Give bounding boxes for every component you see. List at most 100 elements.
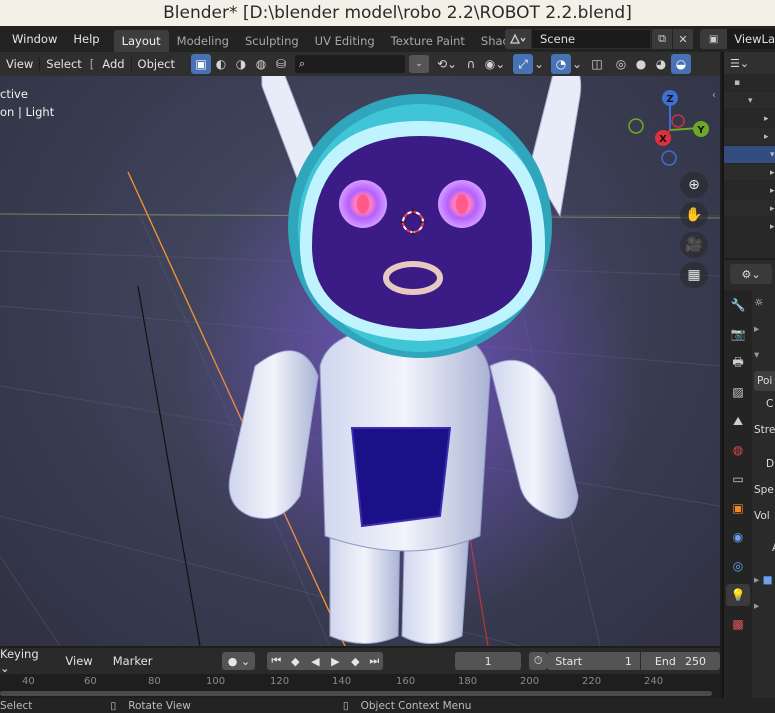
- tab-layout[interactable]: Layout: [113, 30, 169, 52]
- shading-rendered-button[interactable]: ◒: [671, 54, 692, 74]
- menu-object[interactable]: Object: [132, 57, 181, 71]
- 3d-viewport[interactable]: Z Y X ctive on | Light ⊕ ✋ 🎥 ▦ ‹: [0, 76, 720, 646]
- gizmo-neg-z-axis[interactable]: [661, 150, 677, 166]
- keying-menu[interactable]: Keying ⌄: [0, 647, 53, 675]
- play-button[interactable]: ▶: [325, 652, 346, 670]
- tab-modifiers[interactable]: ◉: [726, 526, 750, 548]
- preview-range-toggle[interactable]: ⏱: [529, 652, 548, 670]
- prop-subpanel-row[interactable]: ▸: [754, 593, 775, 619]
- timeline-scrollbar[interactable]: [0, 691, 712, 696]
- solid-sphere-icon: ●: [635, 57, 647, 71]
- tab-object-data-light[interactable]: 💡: [726, 584, 750, 606]
- jump-keyframe-back-button[interactable]: ◆: [285, 652, 306, 670]
- outliner-row-selected[interactable]: ▾: [724, 146, 775, 164]
- tab-object[interactable]: ▣: [726, 497, 750, 519]
- menu-window[interactable]: Window: [4, 26, 65, 52]
- outliner-row[interactable]: ▾: [724, 92, 775, 110]
- end-label: End: [654, 654, 676, 668]
- pan-button[interactable]: ✋: [680, 202, 708, 228]
- scene-name-field[interactable]: Scene: [531, 29, 651, 49]
- start-frame-field[interactable]: Start 1: [547, 652, 640, 670]
- end-frame-field[interactable]: End 250: [640, 652, 720, 670]
- delete-scene-button[interactable]: ✕: [673, 29, 693, 49]
- light-type-field[interactable]: Poi: [754, 371, 775, 391]
- outliner-editor-icon[interactable]: ☰⌄: [730, 57, 749, 70]
- image-stack-icon: ▣: [708, 33, 719, 45]
- select-intersect-button[interactable]: ⛁: [271, 54, 291, 74]
- gizmo-neg-y-axis[interactable]: [628, 118, 644, 134]
- timeline-ruler[interactable]: 40 60 80 100 120 140 160 180 200 220 240: [0, 674, 720, 698]
- outliner-row[interactable]: ▸: [724, 110, 775, 128]
- transform-pivot-button[interactable]: ⟲⌄: [433, 54, 461, 74]
- prop-subpanel-row[interactable]: ▸ ■: [754, 567, 775, 593]
- xray-toggle-button[interactable]: ◫: [587, 54, 607, 74]
- tab-texture[interactable]: ▩: [726, 613, 750, 635]
- menu-help[interactable]: Help: [65, 26, 107, 52]
- tab-world[interactable]: ◍: [726, 439, 750, 461]
- select-box-mode-button[interactable]: ▣: [191, 54, 212, 74]
- navigation-gizmo[interactable]: Z Y X: [628, 90, 709, 166]
- tab-texture-paint[interactable]: Texture Paint: [383, 30, 473, 52]
- gizmo-dropdown-button[interactable]: ⌄: [533, 54, 545, 74]
- tab-output[interactable]: 🖶: [726, 352, 750, 374]
- tab-view-layer[interactable]: ▨: [726, 381, 750, 403]
- close-icon: ✕: [678, 32, 688, 46]
- outliner-row[interactable]: ▸: [724, 218, 775, 236]
- tab-modeling[interactable]: Modeling: [169, 30, 237, 52]
- outliner-row[interactable]: ▸: [724, 128, 775, 146]
- shading-solid-button[interactable]: ●: [631, 54, 651, 74]
- view-layer-name-field[interactable]: ViewLa: [727, 29, 775, 49]
- tab-physics[interactable]: ◎: [726, 555, 750, 577]
- select-subtract-button[interactable]: ◑: [231, 54, 251, 74]
- viewport-search-input[interactable]: ⌕: [295, 55, 406, 73]
- sidebar-toggle[interactable]: ‹: [712, 90, 720, 104]
- tab-collection[interactable]: ▭: [726, 468, 750, 490]
- properties-icon: ⚙⌄: [741, 267, 761, 281]
- proportional-edit-button[interactable]: ◉⌄: [481, 54, 509, 74]
- timeline-view-menu[interactable]: View: [59, 654, 98, 668]
- camera-view-button[interactable]: 🎥: [680, 232, 708, 258]
- menu-add[interactable]: Add: [96, 57, 130, 71]
- current-frame-field[interactable]: 1: [455, 652, 521, 670]
- snap-toggle-button[interactable]: ∩: [461, 54, 481, 74]
- scene-browse-button[interactable]: [505, 29, 531, 49]
- viewport-header: View Select [ Add Object ▣ ◐ ◑ ◍ ⛁ ⌕ ⌄ ⟲…: [0, 52, 720, 76]
- view-layer-browse-button[interactable]: ▣: [700, 29, 728, 49]
- jump-keyframe-forward-button[interactable]: ◆: [345, 652, 366, 670]
- menu-select[interactable]: Select: [40, 57, 87, 71]
- play-reverse-button[interactable]: ◀: [305, 652, 326, 670]
- checkbox-icon[interactable]: ■: [763, 574, 773, 586]
- tab-scene[interactable]: ⛰: [726, 410, 750, 432]
- gizmo-neg-x-axis[interactable]: [671, 114, 685, 128]
- tab-render[interactable]: 📷: [726, 323, 750, 345]
- jump-start-button[interactable]: ⏮: [267, 652, 286, 670]
- timeline-marker-menu[interactable]: Marker: [107, 654, 159, 668]
- outliner-row[interactable]: ▸: [724, 200, 775, 218]
- tab-tool[interactable]: 🔧: [726, 294, 750, 316]
- overlay-dropdown-button[interactable]: ⌄: [571, 54, 583, 74]
- outliner-row[interactable]: ▸: [724, 164, 775, 182]
- menu-view[interactable]: View: [0, 57, 39, 71]
- select-invert-button[interactable]: ◍: [251, 54, 271, 74]
- tab-sculpting[interactable]: Sculpting: [237, 30, 307, 52]
- select-extend-button[interactable]: ◐: [211, 54, 231, 74]
- zoom-button[interactable]: ⊕: [680, 172, 708, 198]
- gizmo-toggle-button[interactable]: ⤢: [513, 54, 534, 74]
- shading-wireframe-button[interactable]: ◎: [611, 54, 631, 74]
- prop-row-collapsed[interactable]: ▸: [754, 316, 775, 342]
- new-scene-button[interactable]: ⧉: [652, 29, 672, 49]
- perspective-toggle-button[interactable]: ▦: [680, 262, 708, 288]
- shading-material-button[interactable]: ◕: [651, 54, 671, 74]
- material-sphere-icon: ◕: [655, 57, 667, 71]
- tab-uv-editing[interactable]: UV Editing: [307, 30, 383, 52]
- search-dropdown-button[interactable]: ⌄: [409, 55, 430, 73]
- auto-keying-toggle[interactable]: ● ⌄: [222, 652, 256, 670]
- jump-end-button[interactable]: ⏭: [365, 652, 384, 670]
- prop-row-expanded[interactable]: ▾: [754, 342, 775, 368]
- properties-editor-type-button[interactable]: ⚙⌄: [730, 264, 772, 284]
- overlay-toggle-button[interactable]: ◔: [551, 54, 572, 74]
- world-icon: ◍: [732, 443, 744, 457]
- outliner-row[interactable]: ▪: [724, 74, 775, 92]
- outliner-row[interactable]: ▸: [724, 182, 775, 200]
- expand-icon: ▸: [770, 203, 775, 214]
